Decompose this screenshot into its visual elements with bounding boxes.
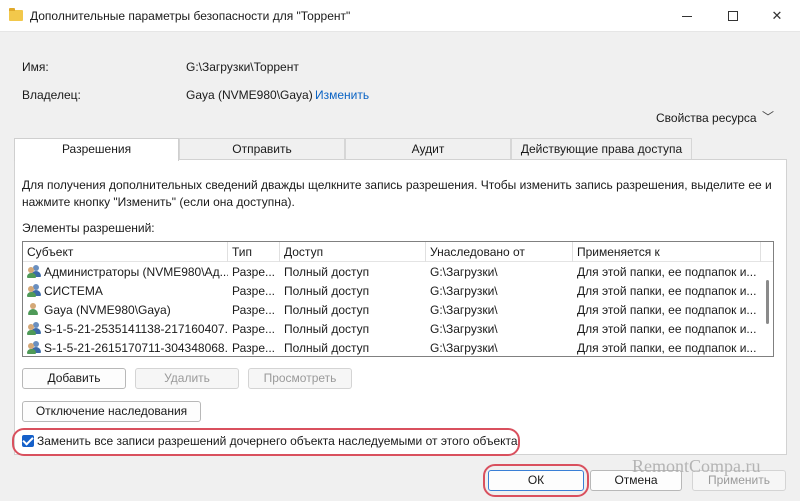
permission-entries-list[interactable]: Субъект Тип Доступ Унаследовано от Приме… bbox=[22, 241, 774, 357]
tab-strip: Разрешения Отправить Аудит Действующие п… bbox=[14, 138, 692, 161]
column-applies-to[interactable]: Применяется к bbox=[573, 242, 761, 262]
cell-type: Разре... bbox=[232, 303, 275, 317]
window-title: Дополнительные параметры безопасности дл… bbox=[30, 9, 351, 23]
tab-permissions[interactable]: Разрешения bbox=[14, 138, 179, 161]
owner-label: Владелец: bbox=[22, 88, 81, 102]
owner-value: Gaya (NVME980\Gaya) bbox=[186, 88, 313, 102]
users-group-icon bbox=[27, 265, 41, 278]
column-subject[interactable]: Субъект bbox=[23, 242, 228, 262]
instructions-text: Для получения дополнительных сведений дв… bbox=[22, 178, 772, 209]
cell-type: Разре... bbox=[232, 322, 275, 336]
watermark-text: RemontCompa.ru bbox=[632, 456, 761, 476]
user-icon bbox=[27, 303, 41, 316]
cell-applies-to: Для этой папки, ее подпапок и... bbox=[577, 322, 757, 336]
tab-send[interactable]: Отправить bbox=[179, 138, 345, 160]
maximize-button[interactable] bbox=[710, 0, 756, 32]
maximize-icon bbox=[728, 11, 738, 21]
table-row[interactable]: Администраторы (NVME980\Ад... Разре... П… bbox=[23, 263, 761, 282]
column-access[interactable]: Доступ bbox=[280, 242, 426, 262]
title-bar: Дополнительные параметры безопасности дл… bbox=[0, 0, 800, 32]
cell-type: Разре... bbox=[232, 265, 275, 279]
change-owner-link[interactable]: Изменить bbox=[315, 88, 369, 102]
column-inherited-from[interactable]: Унаследовано от bbox=[426, 242, 573, 262]
disable-inheritance-button[interactable]: Отключение наследования bbox=[22, 401, 201, 422]
tab-audit[interactable]: Аудит bbox=[345, 138, 511, 160]
cell-subject: S-1-5-21-2615170711-304348068... bbox=[23, 339, 228, 356]
cell-access: Полный доступ bbox=[284, 341, 370, 355]
cell-type: Разре... bbox=[232, 284, 275, 298]
minimize-icon bbox=[682, 15, 692, 17]
unknown-user-icon bbox=[27, 341, 41, 354]
scrollbar-thumb[interactable] bbox=[766, 280, 769, 324]
chevron-down-icon[interactable]: ﹀ bbox=[762, 108, 774, 125]
column-type[interactable]: Тип bbox=[228, 242, 280, 262]
minimize-button[interactable] bbox=[664, 0, 710, 32]
unknown-user-icon bbox=[27, 322, 41, 335]
replace-child-permissions-label[interactable]: Заменить все записи разрешений дочернего… bbox=[37, 434, 518, 448]
table-row[interactable]: S-1-5-21-2615170711-304348068... Разре..… bbox=[23, 339, 761, 356]
cell-subject: СИСТЕМА bbox=[23, 282, 228, 301]
cell-inherited-from: G:\Загрузки\ bbox=[430, 341, 498, 355]
cell-subject: Администраторы (NVME980\Ад... bbox=[23, 263, 228, 282]
cell-subject: S-1-5-21-2535141138-217160407... bbox=[23, 320, 228, 339]
folder-icon bbox=[9, 8, 23, 21]
permission-entries-label: Элементы разрешений: bbox=[22, 221, 155, 235]
ok-button[interactable]: ОК bbox=[488, 470, 584, 491]
view-button[interactable]: Просмотреть bbox=[248, 368, 352, 389]
cell-access: Полный доступ bbox=[284, 322, 370, 336]
cell-applies-to: Для этой папки, ее подпапок и... bbox=[577, 303, 757, 317]
table-row[interactable]: Gaya (NVME980\Gaya) Разре... Полный дост… bbox=[23, 301, 761, 320]
tab-effective-access[interactable]: Действующие права доступа bbox=[511, 138, 692, 160]
cell-subject: Gaya (NVME980\Gaya) bbox=[23, 301, 228, 320]
cell-applies-to: Для этой папки, ее подпапок и... bbox=[577, 265, 757, 279]
remove-button[interactable]: Удалить bbox=[135, 368, 239, 389]
cell-access: Полный доступ bbox=[284, 284, 370, 298]
cell-inherited-from: G:\Загрузки\ bbox=[430, 265, 498, 279]
users-group-icon bbox=[27, 284, 41, 297]
checkbox-checked-icon[interactable] bbox=[22, 435, 34, 447]
cell-applies-to: Для этой папки, ее подпапок и... bbox=[577, 284, 757, 298]
table-row[interactable]: СИСТЕМА Разре... Полный доступ G:\Загруз… bbox=[23, 282, 761, 301]
close-button[interactable]: ✕ bbox=[754, 0, 800, 32]
name-label: Имя: bbox=[22, 60, 49, 74]
list-header: Субъект Тип Доступ Унаследовано от Приме… bbox=[23, 242, 773, 262]
table-row[interactable]: S-1-5-21-2535141138-217160407... Разре..… bbox=[23, 320, 761, 339]
name-value: G:\Загрузки\Торрент bbox=[186, 60, 299, 74]
cell-type: Разре... bbox=[232, 341, 275, 355]
resource-properties-toggle[interactable]: Свойства ресурса bbox=[656, 111, 757, 125]
list-scrollbar[interactable] bbox=[764, 264, 772, 354]
cell-inherited-from: G:\Загрузки\ bbox=[430, 284, 498, 298]
cell-access: Полный доступ bbox=[284, 265, 370, 279]
cell-inherited-from: G:\Загрузки\ bbox=[430, 303, 498, 317]
add-button[interactable]: Добавить bbox=[22, 368, 126, 389]
cell-access: Полный доступ bbox=[284, 303, 370, 317]
cell-inherited-from: G:\Загрузки\ bbox=[430, 322, 498, 336]
close-icon: ✕ bbox=[771, 8, 783, 23]
cell-applies-to: Для этой папки, ее подпапок и... bbox=[577, 341, 757, 355]
